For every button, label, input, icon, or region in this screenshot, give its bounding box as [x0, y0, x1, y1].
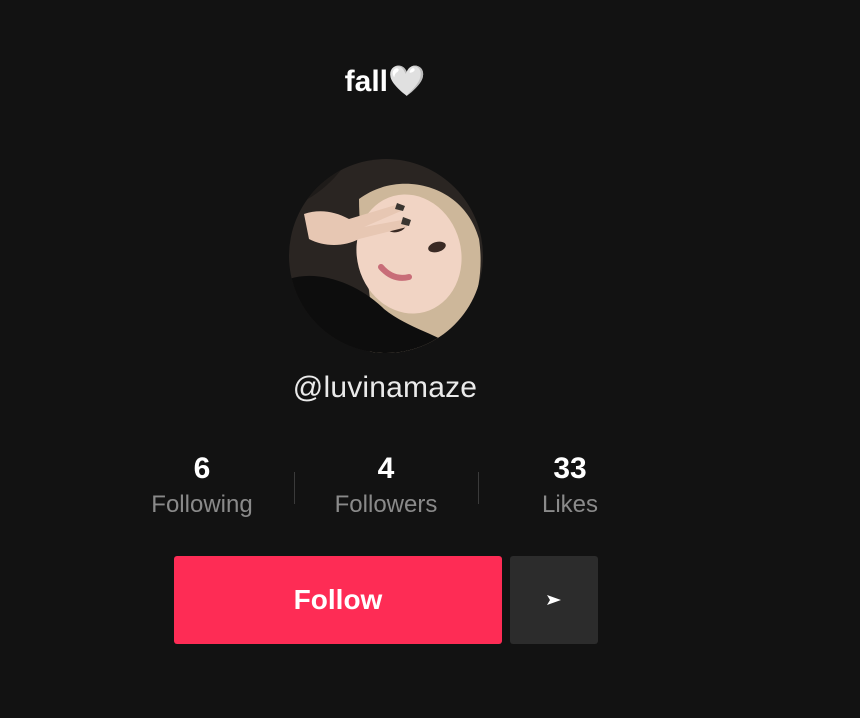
follow-button[interactable]: Follow: [174, 556, 502, 644]
stat-following[interactable]: 6 Following: [110, 448, 294, 528]
avatar-image: [289, 159, 483, 353]
username: @luvinamaze: [292, 371, 478, 404]
followers-label: Followers: [334, 491, 438, 518]
stat-followers[interactable]: 4 Followers: [294, 448, 478, 528]
followers-count: 4: [377, 452, 395, 485]
profile-title: fall🤍: [344, 65, 426, 98]
triangle-right-icon: [547, 595, 561, 605]
likes-label: Likes: [541, 491, 599, 518]
avatar[interactable]: [289, 159, 483, 353]
following-count: 6: [193, 452, 211, 485]
likes-count: 33: [553, 452, 587, 485]
stat-likes: 33 Likes: [478, 448, 662, 528]
profile-stats: 6 Following 4 Followers 33 Likes: [110, 448, 662, 528]
following-label: Following: [151, 491, 253, 518]
more-options-button[interactable]: [510, 556, 598, 644]
profile-page: fall🤍 @luvinamaze 6 Following 4 Follower…: [0, 0, 860, 718]
